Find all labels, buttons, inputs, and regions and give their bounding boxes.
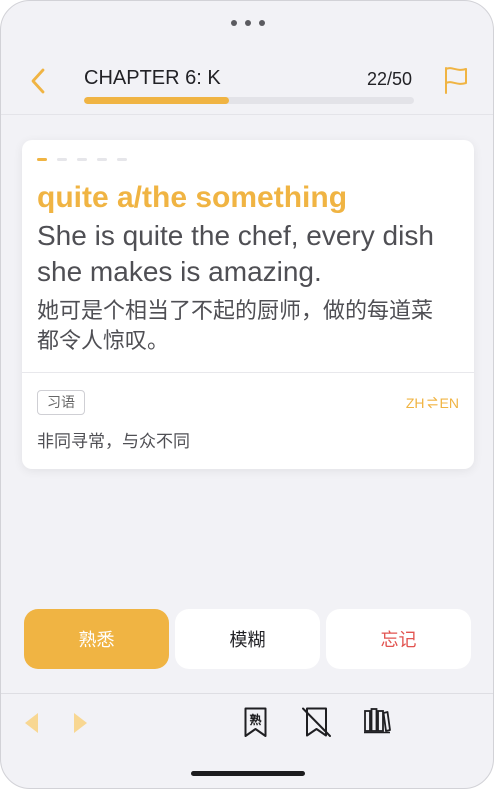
- language-from: ZH: [405, 394, 425, 411]
- familiar-button[interactable]: 熟悉: [24, 609, 169, 669]
- dot: [259, 20, 265, 26]
- card-divider: [22, 372, 474, 373]
- swap-arrows-icon: [426, 396, 438, 409]
- library-icon: [364, 708, 391, 734]
- vague-button[interactable]: 模糊: [175, 609, 320, 669]
- language-toggle[interactable]: ZH EN: [406, 395, 459, 411]
- triangle-left-icon: [25, 713, 38, 733]
- bookmark-familiar-icon: 熟: [244, 707, 267, 737]
- progress-count: 22/50: [366, 69, 412, 89]
- chevron-left-icon: [31, 68, 45, 94]
- language-to: EN: [439, 394, 459, 411]
- example-sentence-zh: 她可是个相当了不起的厨师，做的每道菜都令人惊叹。: [37, 298, 434, 353]
- phrase-title: quite a/the something: [37, 181, 348, 214]
- more-dots-icon[interactable]: [231, 20, 265, 26]
- app-window: CHAPTER 6: K 22/50 quite a/the something…: [0, 0, 494, 789]
- progress-bar: [84, 97, 414, 104]
- header-divider: [1, 114, 493, 115]
- unbookmark-button[interactable]: [301, 706, 332, 738]
- home-indicator: [191, 771, 305, 776]
- answer-buttons: 熟悉 模糊 忘记: [24, 609, 471, 669]
- progress-fill: [84, 97, 230, 104]
- dot: [245, 20, 251, 26]
- step-indicator: [37, 158, 450, 161]
- flag-button[interactable]: [442, 65, 470, 95]
- chapter-title: CHAPTER 6: K: [84, 67, 221, 89]
- bookmark-familiar-label: 熟: [249, 712, 261, 727]
- step-dash: [57, 158, 67, 161]
- flag-icon: [445, 67, 467, 94]
- toolbar-divider: [1, 693, 493, 694]
- library-button[interactable]: [363, 708, 391, 734]
- back-button[interactable]: [30, 68, 46, 94]
- step-dash: [77, 158, 87, 161]
- next-button[interactable]: [73, 713, 87, 733]
- mark-familiar-button[interactable]: 熟: [242, 707, 269, 738]
- card-definition: 习语 ZH EN 非同寻常，与众不同: [37, 390, 459, 454]
- step-dash: [117, 158, 127, 161]
- forgot-button[interactable]: 忘记: [326, 609, 471, 669]
- bookmark-off-icon: [302, 707, 331, 737]
- tag-row: 习语 ZH EN: [37, 390, 459, 415]
- step-dash-active: [37, 158, 47, 161]
- dot: [231, 20, 237, 26]
- example-sentence-en: She is quite the chef, every dish she ma…: [37, 220, 434, 287]
- step-dash: [97, 158, 107, 161]
- previous-button[interactable]: [25, 713, 39, 733]
- flash-card[interactable]: quite a/the something She is quite the c…: [22, 140, 474, 469]
- triangle-right-icon: [74, 713, 87, 733]
- meaning-text: 非同寻常，与众不同: [37, 432, 190, 451]
- category-tag: 习语: [37, 390, 85, 415]
